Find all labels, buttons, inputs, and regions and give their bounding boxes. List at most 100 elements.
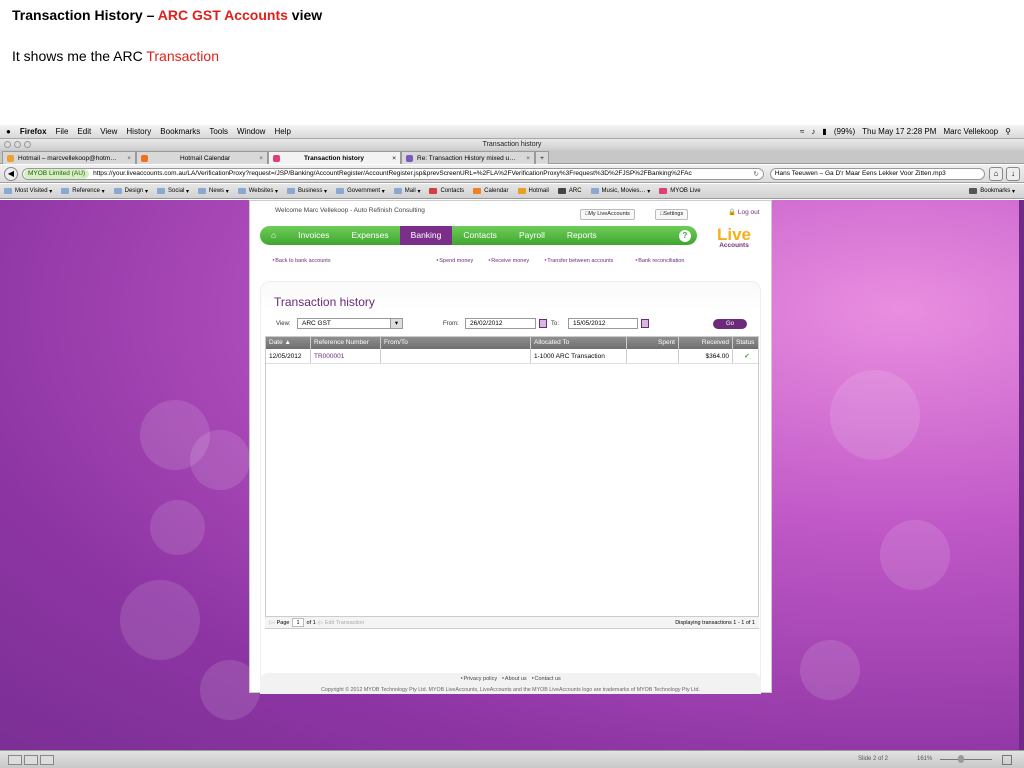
menu-tools[interactable]: Tools [209, 127, 228, 136]
nav-banking[interactable]: Banking [399, 226, 453, 245]
my-liveaccounts-button[interactable]: □My LiveAccounts [580, 209, 635, 220]
col-reference[interactable]: Reference Number [311, 337, 381, 349]
bookmark-news[interactable]: News ▾ [198, 188, 229, 195]
zoom-level[interactable]: 161% [917, 756, 932, 762]
bookmark-contacts[interactable]: Contacts [429, 188, 464, 194]
nav-reports[interactable]: Reports [556, 226, 608, 245]
spend-money-link[interactable]: ‣Spend money [436, 258, 473, 264]
battery-icon[interactable]: ▮ [822, 127, 826, 136]
col-received[interactable]: Received [679, 337, 733, 349]
help-button[interactable]: ? [679, 229, 691, 242]
col-allocated-to[interactable]: Allocated To [531, 337, 627, 349]
about-link[interactable]: ‣About us [502, 676, 527, 682]
col-date[interactable]: Date ▲ [266, 337, 311, 349]
bookmark-calendar[interactable]: Calendar [473, 188, 509, 194]
table-row[interactable]: 12/05/2012 TR000001 1-1000 ARC Transacti… [266, 349, 758, 364]
bookmark-most-visited[interactable]: Most Visited ▾ [4, 188, 52, 195]
nav-expenses[interactable]: Expenses [340, 226, 399, 245]
menu-bookmarks[interactable]: Bookmarks [160, 127, 200, 136]
menu-file[interactable]: File [56, 127, 69, 136]
normal-view-button[interactable] [8, 755, 22, 765]
bookmark-music-movies[interactable]: Music, Movies… ▾ [590, 188, 650, 195]
receive-money-link[interactable]: ‣Receive money [488, 258, 529, 264]
reload-icon[interactable]: ↻ [749, 170, 762, 178]
tab-hotmail-calendar[interactable]: Hotmail Calendar × [136, 151, 268, 164]
first-page-icon[interactable]: ▷‹ [269, 617, 275, 628]
zoom-slider[interactable] [940, 759, 992, 760]
site-identity-badge[interactable]: MYOB Limited (AU) [24, 168, 90, 179]
downloads-button[interactable]: ↓ [1006, 166, 1020, 181]
contact-link[interactable]: ‣Contact us [531, 676, 561, 682]
volume-icon[interactable]: ♪ [811, 127, 815, 136]
close-tab-icon[interactable]: × [123, 155, 131, 162]
bank-reconciliation-link[interactable]: ‣Bank reconciliation [635, 258, 684, 264]
calendar-icon[interactable] [641, 319, 649, 328]
fit-window-icon[interactable] [1002, 755, 1012, 765]
menu-app-name[interactable]: Firefox [20, 127, 47, 136]
home-nav-icon[interactable]: ⌂ [260, 226, 287, 245]
from-date-field[interactable]: 26/02/2012 [465, 318, 536, 329]
back-to-bank-accounts-link[interactable]: ‣Back to bank accounts [272, 258, 331, 264]
back-button[interactable]: ◀ [4, 166, 18, 181]
apple-icon[interactable]: ● [6, 127, 11, 136]
close-window-icon[interactable] [4, 141, 11, 148]
bookmark-hotmail[interactable]: Hotmail [517, 188, 549, 194]
bookmark-websites[interactable]: Websites ▾ [237, 188, 278, 195]
chevron-down-icon: ▾ [390, 319, 402, 328]
tab-transaction-history[interactable]: Transaction history × [268, 151, 401, 164]
menu-view[interactable]: View [100, 127, 117, 136]
nav-invoices[interactable]: Invoices [287, 226, 340, 245]
bookmark-government[interactable]: Government ▾ [336, 188, 385, 195]
bookmark-myob-live[interactable]: MYOB Live [659, 188, 701, 194]
new-tab-button[interactable]: + [535, 151, 549, 164]
zoom-slider-thumb[interactable] [958, 755, 964, 763]
url-text[interactable]: https://your.liveaccounts.com.au/LA/Veri… [93, 170, 692, 177]
nav-contacts[interactable]: Contacts [452, 226, 508, 245]
page-number-input[interactable]: 1 [292, 618, 304, 627]
view-select[interactable]: ARC GST ▾ [297, 318, 403, 329]
search-input[interactable]: Hans Teeuwen – Ga D'r Maar Eens Lekker V… [769, 167, 985, 180]
slide-sorter-button[interactable] [24, 755, 38, 765]
menu-window[interactable]: Window [237, 127, 265, 136]
folder-icon [61, 188, 70, 194]
edit-transaction-button[interactable]: Edit Transaction [325, 617, 364, 628]
col-from-to[interactable]: From/To [381, 337, 531, 349]
wifi-icon[interactable]: ≈ [800, 127, 804, 136]
nav-payroll[interactable]: Payroll [508, 226, 556, 245]
zoom-window-icon[interactable] [24, 141, 31, 148]
to-date-field[interactable]: 15/05/2012 [568, 318, 638, 329]
close-tab-icon[interactable]: × [388, 155, 396, 162]
logout-link[interactable]: 🔒 Log out [728, 208, 760, 216]
settings-button[interactable]: □Settings [655, 209, 689, 220]
home-button[interactable]: ⌂ [989, 166, 1003, 181]
bookmark-reference[interactable]: Reference ▾ [61, 188, 105, 195]
close-tab-icon[interactable]: × [255, 155, 263, 162]
bookmark-social[interactable]: Social ▾ [157, 188, 189, 195]
vertical-scrollbar[interactable] [1019, 200, 1024, 750]
cell-reference-link[interactable]: TR000001 [311, 349, 381, 363]
privacy-link[interactable]: ‣Privacy policy [460, 676, 497, 682]
bookmark-design[interactable]: Design ▾ [113, 188, 148, 195]
menu-help[interactable]: Help [274, 127, 290, 136]
clock[interactable]: Thu May 17 2:28 PM [862, 127, 936, 136]
go-button[interactable]: Go [713, 319, 747, 329]
slideshow-button[interactable] [40, 755, 54, 765]
minimize-window-icon[interactable] [14, 141, 21, 148]
col-spent[interactable]: Spent [627, 337, 679, 349]
transfer-link[interactable]: ‣Transfer between accounts [544, 258, 613, 264]
next-page-icon[interactable]: ›▷ [317, 617, 323, 628]
bookmark-arc[interactable]: ARC [557, 188, 582, 194]
menu-history[interactable]: History [126, 127, 151, 136]
col-status[interactable]: Status [733, 337, 758, 349]
close-tab-icon[interactable]: × [522, 155, 530, 162]
tab-hotmail[interactable]: Hotmail – marcvellekoop@hotm… × [2, 151, 136, 164]
spotlight-icon[interactable]: ⚲ [1005, 127, 1011, 136]
bookmark-business[interactable]: Business ▾ [287, 188, 327, 195]
tab-re-transaction[interactable]: Re: Transaction History mixed u… × [401, 151, 535, 164]
calendar-icon[interactable] [539, 319, 547, 328]
bookmark-mail[interactable]: Mail ▾ [393, 188, 420, 195]
menu-edit[interactable]: Edit [77, 127, 91, 136]
url-bar[interactable]: MYOB Limited (AU) https://your.liveaccou… [22, 167, 764, 180]
user-name[interactable]: Marc Vellekoop [943, 127, 998, 136]
bookmarks-menu-button[interactable]: Bookmarks ▾ [969, 188, 1015, 195]
